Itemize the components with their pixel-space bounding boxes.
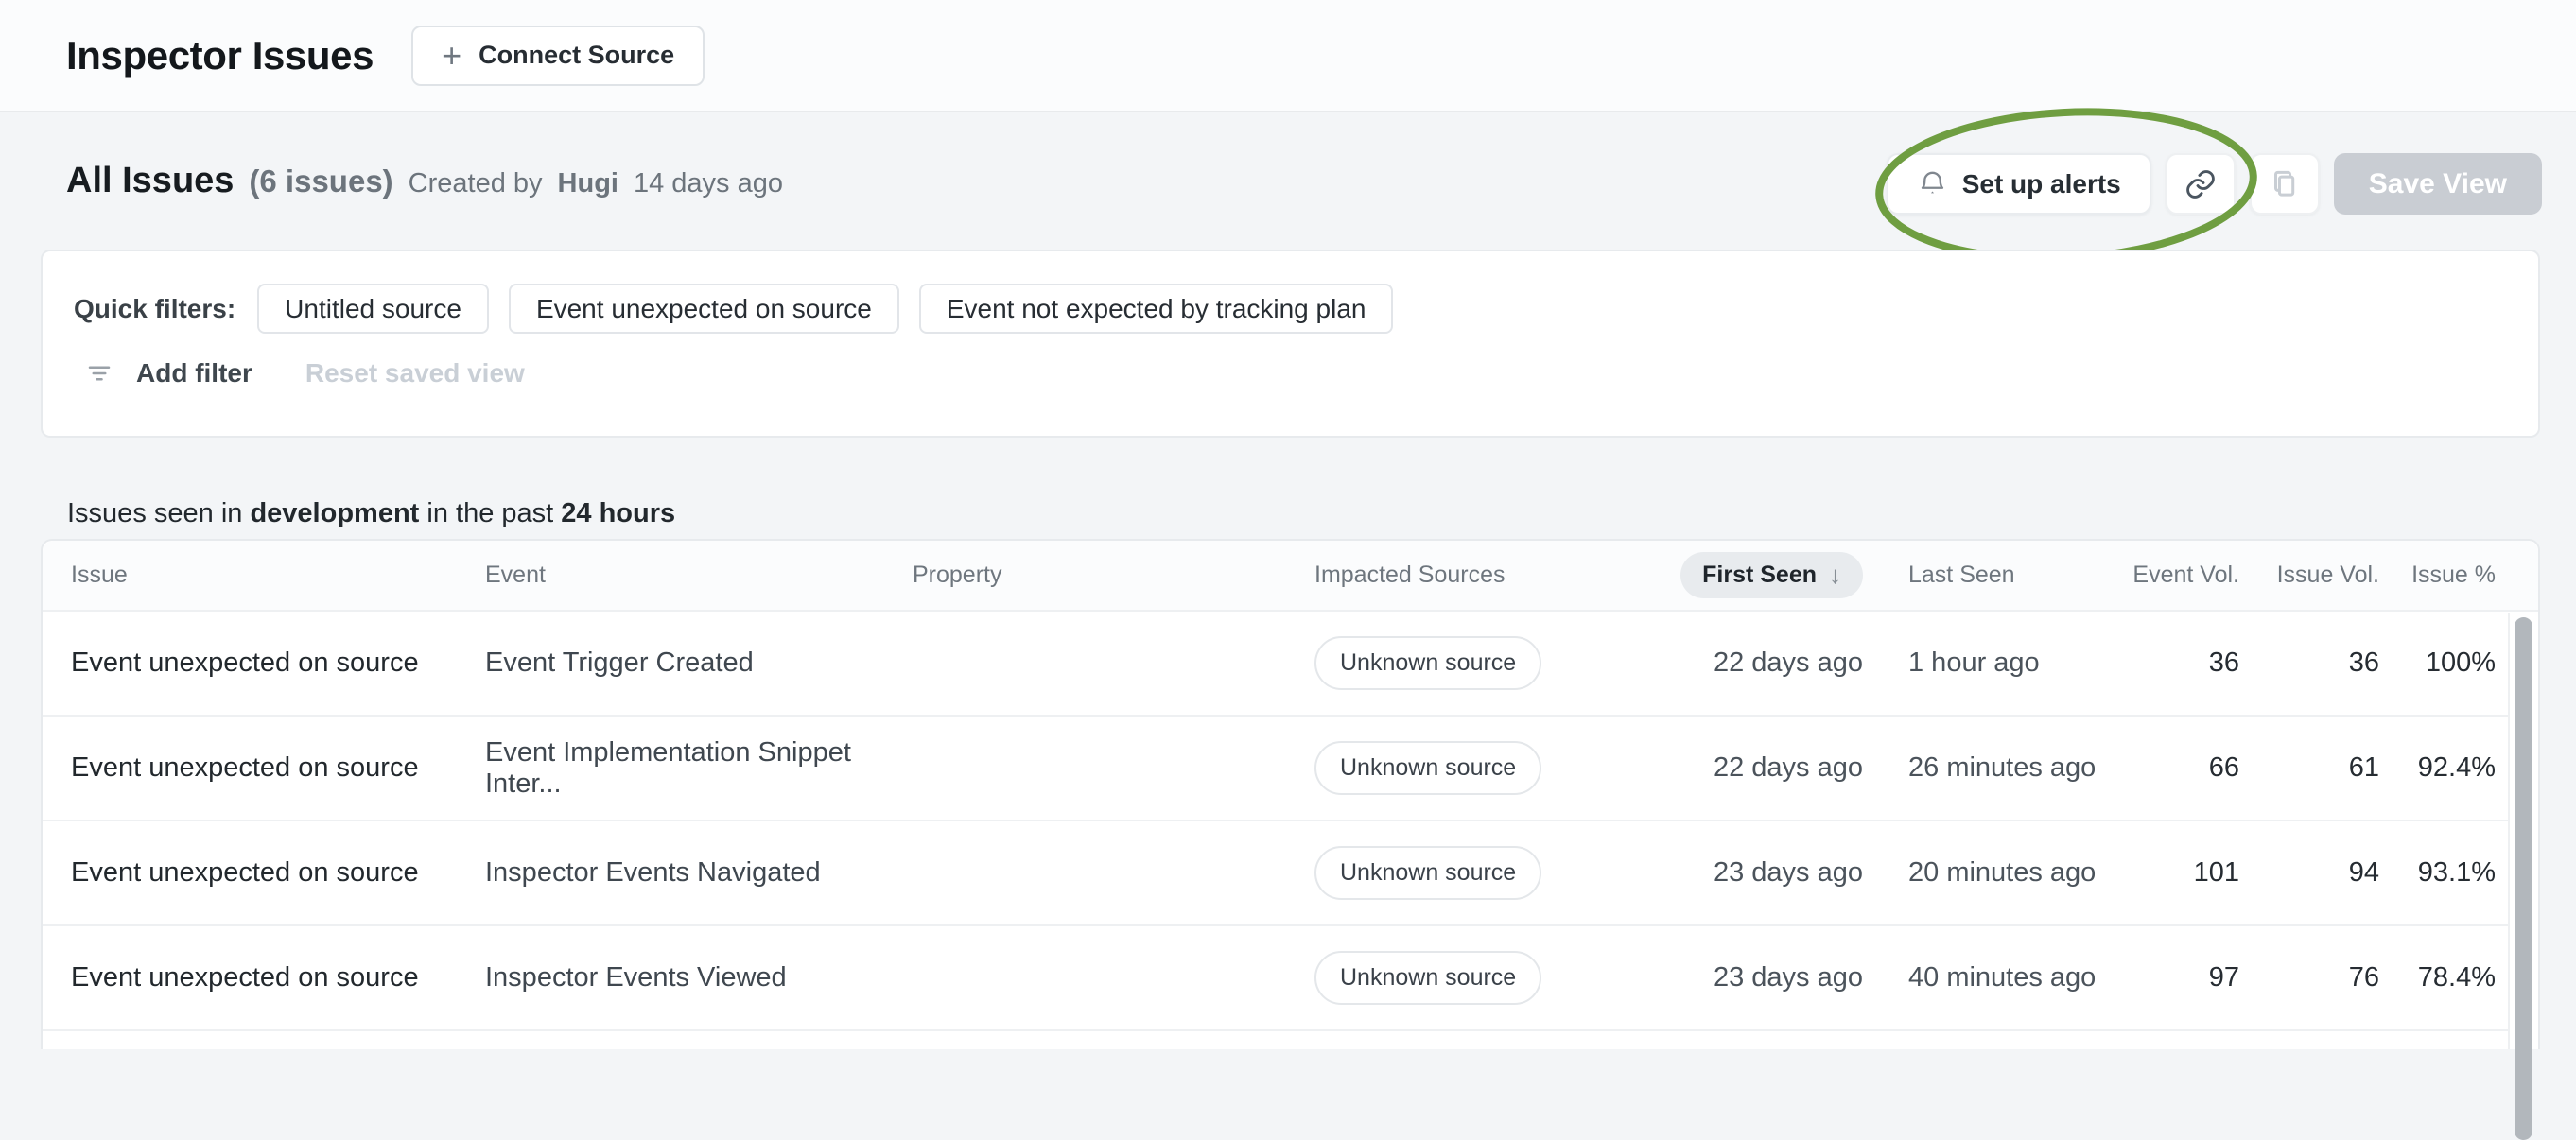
impacted-sources-cell: Unknown source <box>1314 846 1627 900</box>
view-heading: All Issues (6 issues) Created by Hugi 14… <box>66 161 783 201</box>
column-header-issue[interactable]: Issue <box>71 561 485 589</box>
event-vol-cell: 97 <box>2208 962 2239 993</box>
issue-cell: Event unexpected on source <box>71 962 419 993</box>
scope-middle: in the past <box>426 498 554 528</box>
quick-filters-label: Quick filters: <box>74 293 236 323</box>
created-ago: 14 days ago <box>633 168 783 199</box>
event-cell: Inspector Events Viewed <box>485 962 787 993</box>
source-badge: Unknown source <box>1314 951 1542 1005</box>
source-badge: Unknown source <box>1314 636 1542 690</box>
author-name: Hugi <box>557 168 618 199</box>
column-header-property[interactable]: Property <box>913 561 1314 589</box>
issue-pct-cell: 78.4% <box>2417 962 2496 993</box>
first-seen-label: First Seen <box>1702 561 1817 588</box>
event-cell: Inspector Events Navigated <box>485 857 821 888</box>
quick-filters-row: Quick filters: Untitled source Event une… <box>74 284 1394 334</box>
table-row[interactable]: Event unexpected on source Event Trigger… <box>43 612 2538 717</box>
issue-pct-cell: 93.1% <box>2417 857 2496 888</box>
view-title: All Issues <box>66 161 235 200</box>
first-seen-cell: 22 days ago <box>1713 648 1863 678</box>
issue-cell: Event unexpected on source <box>71 752 419 783</box>
column-header-event-vol[interactable]: Event Vol. <box>2128 561 2239 589</box>
event-cell: Event Trigger Created <box>485 648 754 678</box>
event-vol-cell: 36 <box>2208 648 2239 678</box>
set-up-alerts-button[interactable]: Set up alerts <box>1886 153 2151 215</box>
quick-filter-event-not-expected[interactable]: Event not expected by tracking plan <box>918 284 1394 334</box>
scrollbar-thumb[interactable] <box>2515 617 2532 1140</box>
source-badge: Unknown source <box>1314 741 1542 795</box>
scope-timeframe: 24 hours <box>561 498 676 528</box>
reset-saved-view-button[interactable]: Reset saved view <box>305 358 525 389</box>
bell-icon <box>1917 168 1948 199</box>
top-bar: Inspector Issues + Connect Source <box>0 0 2576 112</box>
event-vol-cell: 66 <box>2208 752 2239 783</box>
table-header-row: Issue Event Property Impacted Sources Fi… <box>43 541 2538 612</box>
issues-table: Issue Event Property Impacted Sources Fi… <box>41 539 2540 1140</box>
first-seen-cell: 23 days ago <box>1713 857 1863 888</box>
copy-icon <box>2267 166 2303 202</box>
issue-vol-cell: 36 <box>2348 648 2379 678</box>
created-by-label: Created by <box>408 168 543 199</box>
impacted-sources-cell: Unknown source <box>1314 951 1627 1005</box>
issues-count: (6 issues) <box>249 164 393 199</box>
last-seen-cell: 26 minutes ago <box>1908 752 2097 783</box>
issue-vol-cell: 94 <box>2348 857 2379 888</box>
column-header-last-seen[interactable]: Last Seen <box>1863 561 2128 589</box>
last-seen-cell: 20 minutes ago <box>1908 857 2097 888</box>
column-header-issue-vol[interactable]: Issue Vol. <box>2239 561 2379 589</box>
scope-prefix: Issues seen in <box>67 498 243 528</box>
table-row[interactable]: Event unexpected on source Inspector Eve… <box>43 926 2538 1031</box>
source-badge: Unknown source <box>1314 846 1542 900</box>
table-row[interactable]: Event unexpected on source Inspector Eve… <box>43 821 2538 926</box>
event-cell: Event Implementation Snippet Inter... <box>485 736 851 799</box>
quick-filter-untitled-source[interactable]: Untitled source <box>257 284 489 334</box>
last-seen-cell: 40 minutes ago <box>1908 962 2097 993</box>
issue-vol-cell: 76 <box>2348 962 2379 993</box>
column-header-issue-pct[interactable]: Issue % <box>2379 561 2496 589</box>
column-header-impacted-sources[interactable]: Impacted Sources <box>1314 561 1627 589</box>
connect-source-button[interactable]: + Connect Source <box>411 25 705 86</box>
set-up-alerts-label: Set up alerts <box>1961 168 2121 199</box>
duplicate-view-button[interactable] <box>2249 153 2320 215</box>
filters-panel: Quick filters: Untitled source Event une… <box>41 250 2540 438</box>
issue-pct-cell: 92.4% <box>2417 752 2496 783</box>
first-seen-cell: 22 days ago <box>1713 752 1863 783</box>
quick-filter-event-unexpected[interactable]: Event unexpected on source <box>508 284 899 334</box>
filter-lines-icon <box>85 359 113 388</box>
impacted-sources-cell: Unknown source <box>1314 636 1627 690</box>
column-header-event[interactable]: Event <box>485 561 913 589</box>
issue-cell: Event unexpected on source <box>71 648 419 678</box>
add-filter-row: Add filter Reset saved view <box>85 358 525 389</box>
issue-cell: Event unexpected on source <box>71 857 419 888</box>
plus-icon: + <box>442 35 462 75</box>
last-seen-cell: 1 hour ago <box>1908 648 2040 678</box>
add-filter-button[interactable]: Add filter <box>136 358 252 389</box>
issue-pct-cell: 100% <box>2425 648 2496 678</box>
sort-desc-icon: ↓ <box>1829 561 1841 589</box>
column-header-first-seen[interactable]: First Seen ↓ <box>1627 552 1863 598</box>
issue-vol-cell: 61 <box>2348 752 2379 783</box>
link-icon <box>2184 167 2218 201</box>
table-row[interactable]: Event unexpected on source Event Impleme… <box>43 717 2538 821</box>
first-seen-cell: 23 days ago <box>1713 962 1863 993</box>
first-seen-sort-pill[interactable]: First Seen ↓ <box>1680 552 1863 598</box>
save-view-button[interactable]: Save View <box>2333 153 2542 215</box>
table-scrollbar <box>2508 613 2538 1140</box>
scope-description: Issues seen in development in the past 2… <box>67 498 675 529</box>
event-vol-cell: 101 <box>2193 857 2239 888</box>
impacted-sources-cell: Unknown source <box>1314 741 1627 795</box>
page-title: Inspector Issues <box>66 32 374 78</box>
view-actions: Set up alerts Save View <box>1886 153 2542 215</box>
connect-source-label: Connect Source <box>479 41 675 69</box>
copy-link-button[interactable] <box>2165 153 2236 215</box>
scope-environment: development <box>250 498 420 528</box>
